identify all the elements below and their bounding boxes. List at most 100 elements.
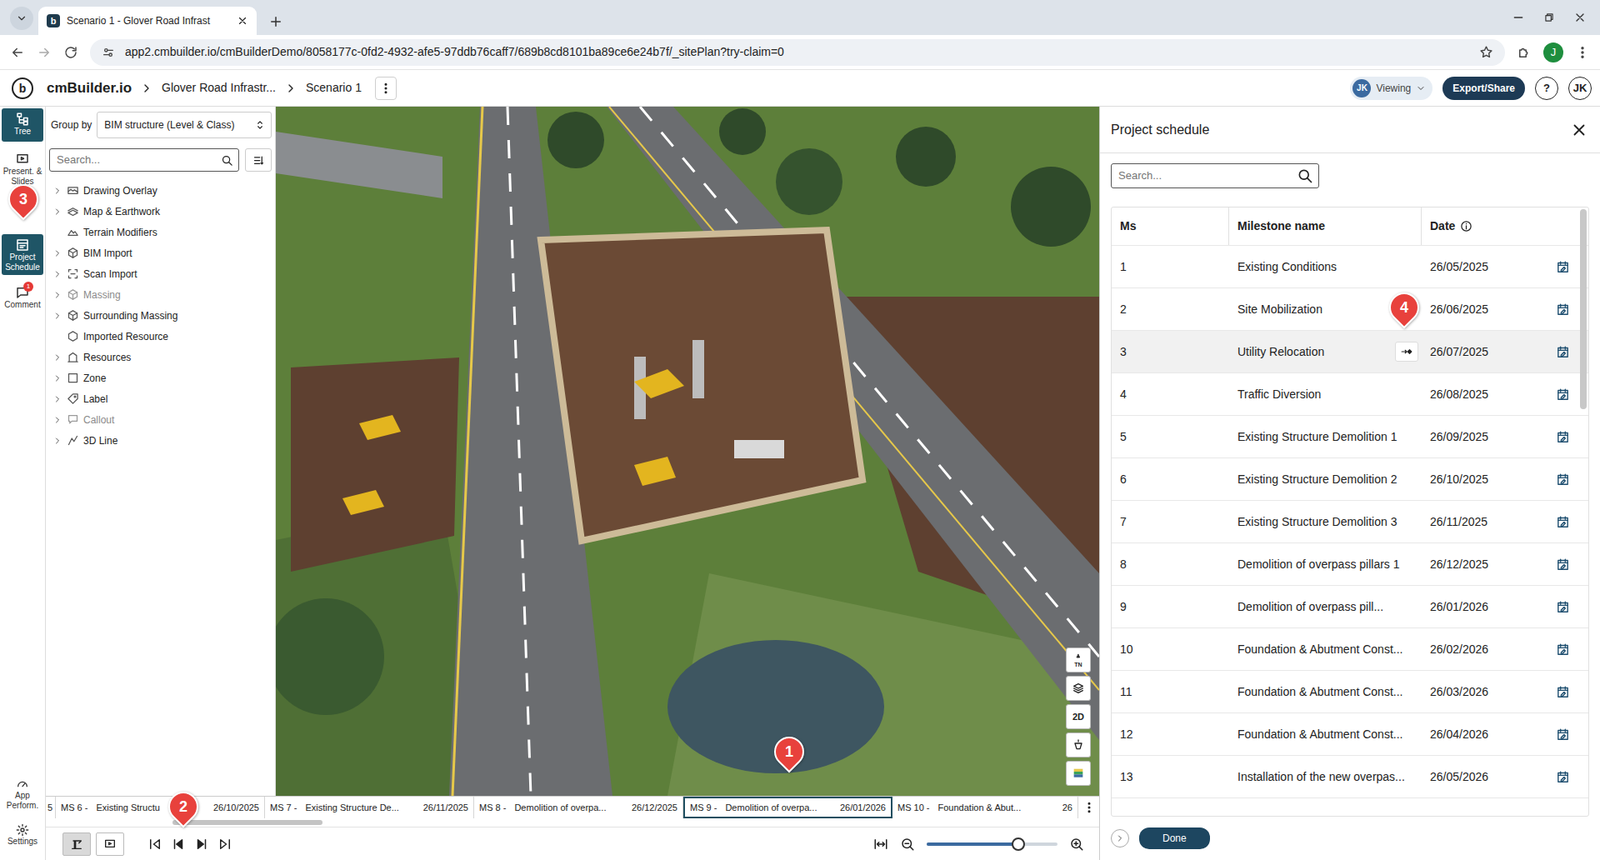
timeline-milestone[interactable]: MS 9 -Demolition of overpa...26/01/2026 (683, 796, 893, 819)
step-back-icon[interactable] (170, 836, 186, 852)
table-row[interactable]: 5Existing Structure Demolition 126/09/20… (1111, 415, 1589, 459)
rail-item[interactable]: Project Schedule (1, 234, 44, 275)
go-to-milestone-icon[interactable] (1395, 341, 1419, 362)
view-tool-button[interactable] (1065, 732, 1091, 758)
search-icon[interactable] (1296, 167, 1314, 185)
rail-item[interactable]: App Perform. (1, 774, 44, 814)
schedule-search[interactable] (1110, 163, 1320, 189)
table-row[interactable]: 12Foundation & Abutment Const...26/04/20… (1111, 713, 1589, 756)
timeline-menu-icon[interactable] (1077, 796, 1100, 819)
expand-chevron-icon[interactable] (52, 394, 63, 405)
column-header[interactable]: Date (1421, 207, 1579, 245)
timeline-milestone[interactable]: MS 8 -Demolition of overpa...26/12/2025 (474, 796, 684, 819)
minimize-icon[interactable] (1511, 10, 1525, 25)
3d-viewport[interactable]: TN 2D (275, 106, 1100, 796)
close-tab-icon[interactable] (236, 15, 249, 27)
tree-item[interactable]: Label (49, 388, 272, 410)
expand-chevron-icon[interactable] (52, 310, 63, 321)
new-tab-icon[interactable] (268, 14, 284, 30)
table-row[interactable]: 10Foundation & Abutment Const...26/02/20… (1111, 628, 1589, 671)
zoom-slider-thumb[interactable] (1011, 837, 1025, 851)
scroll-thumb[interactable] (172, 820, 323, 825)
view-tool-button[interactable] (1065, 760, 1091, 786)
table-row[interactable]: 3Utility Relocation26/07/2025 (1111, 330, 1589, 374)
timeline-milestone[interactable]: MS 7 -Existing Structure De...26/11/2025 (265, 796, 475, 819)
skip-start-icon[interactable] (147, 836, 163, 852)
view-tool-button[interactable]: TN (1065, 647, 1091, 673)
expand-chevron-icon[interactable] (52, 185, 63, 196)
table-row[interactable]: 1Existing Conditions26/05/2025 (1111, 245, 1589, 289)
viewing-mode-dropdown[interactable]: JKViewing (1350, 76, 1433, 100)
view-tool-button[interactable] (1065, 675, 1091, 701)
tree-item[interactable]: Resources (49, 346, 272, 368)
edit-date-icon[interactable] (1555, 685, 1570, 700)
profile-avatar[interactable]: J (1543, 42, 1564, 63)
table-row[interactable]: 13Installation of the new overpas...26/0… (1111, 755, 1589, 799)
expand-chevron-icon[interactable] (52, 269, 63, 280)
view-tool-button[interactable]: 2D (1065, 704, 1091, 730)
breadcrumb[interactable]: Glover Road Infrastr... (161, 79, 276, 97)
expand-chevron-icon[interactable] (52, 435, 63, 446)
rail-item[interactable]: Comment1 (1, 281, 44, 315)
edit-date-icon[interactable] (1555, 472, 1570, 487)
expand-chevron-icon[interactable] (52, 206, 63, 217)
edit-date-icon[interactable] (1555, 387, 1570, 402)
expand-chevron-icon[interactable] (52, 248, 63, 259)
expand-chevron-icon[interactable] (52, 290, 63, 300)
table-row[interactable]: 7Existing Structure Demolition 326/11/20… (1111, 500, 1589, 544)
help-button[interactable]: ? (1535, 76, 1559, 100)
tree-item[interactable]: Surrounding Massing (49, 305, 272, 326)
edit-date-icon[interactable] (1555, 600, 1570, 615)
close-window-icon[interactable] (1573, 10, 1587, 25)
expand-chevron-icon[interactable] (52, 415, 63, 425)
back-icon[interactable] (10, 45, 25, 60)
url-text[interactable]: app2.cmbuilder.io/cmBuilderDemo/8058177c… (125, 43, 1470, 61)
extensions-icon[interactable] (1516, 45, 1532, 60)
expand-chevron-icon[interactable] (52, 352, 63, 363)
edit-date-icon[interactable] (1555, 642, 1570, 657)
timeline-scrollbar[interactable] (45, 818, 1100, 827)
edit-date-icon[interactable] (1555, 515, 1570, 530)
edit-date-icon[interactable] (1555, 430, 1570, 445)
timeline-milestone[interactable]: MS 10 -Foundation & Abut...26 (892, 796, 1078, 819)
reload-icon[interactable] (63, 45, 79, 60)
tree-item[interactable]: 3D Line (49, 430, 272, 451)
scenario-menu-icon[interactable] (375, 76, 397, 100)
edit-date-icon[interactable] (1555, 557, 1570, 572)
timeline-milestone[interactable]: MS 6 -Existing Structu26/10/2025 (55, 796, 265, 819)
group-by-select[interactable]: BIM structure (Level & Class) (96, 111, 272, 139)
edit-date-icon[interactable] (1555, 260, 1570, 275)
tree-item[interactable]: BIM Import (49, 242, 272, 264)
timeline-milestone[interactable]: 5 (45, 796, 56, 819)
edit-date-icon[interactable] (1555, 770, 1570, 785)
browser-tab[interactable]: bScenario 1 - Glover Road Infrast (38, 6, 257, 35)
expand-panel-icon[interactable] (1110, 829, 1130, 848)
tree-item[interactable]: Massing (49, 284, 272, 305)
fit-range-icon[interactable] (873, 836, 889, 852)
scroll-thumb[interactable] (1580, 209, 1587, 410)
rail-item[interactable]: Tree (1, 108, 44, 142)
tree-item[interactable]: Drawing Overlay (49, 180, 272, 201)
tree-item[interactable]: Zone (49, 367, 272, 389)
app-logo-icon[interactable]: b (11, 77, 34, 100)
edit-date-icon[interactable] (1555, 345, 1570, 360)
tree-item[interactable]: Terrain Modifiers (49, 221, 272, 243)
zoom-out-icon[interactable] (900, 836, 915, 852)
column-header[interactable]: Milestone name (1229, 207, 1422, 245)
done-button[interactable]: Done (1139, 827, 1210, 850)
tree-search-input[interactable] (55, 150, 221, 170)
user-avatar[interactable]: JK (1568, 76, 1592, 100)
address-field[interactable]: app2.cmbuilder.io/cmBuilderDemo/8058177c… (90, 39, 1505, 66)
browser-menu-icon[interactable] (1575, 45, 1590, 60)
tree-item[interactable]: Scan Import (49, 263, 272, 285)
table-row[interactable]: 9Demolition of overpass pill...26/01/202… (1111, 585, 1589, 629)
tab-search-icon[interactable] (10, 6, 34, 30)
zoom-in-icon[interactable] (1069, 836, 1085, 852)
search-icon[interactable] (220, 154, 234, 167)
tree-item[interactable]: Callout (49, 409, 272, 430)
app-name[interactable]: cmBuilder.io (46, 77, 132, 100)
sort-filter-icon[interactable] (245, 148, 272, 172)
schedule-search-input[interactable] (1116, 166, 1297, 185)
tree-item[interactable]: Imported Resource (49, 325, 272, 347)
table-row[interactable]: 6Existing Structure Demolition 226/10/20… (1111, 458, 1589, 501)
